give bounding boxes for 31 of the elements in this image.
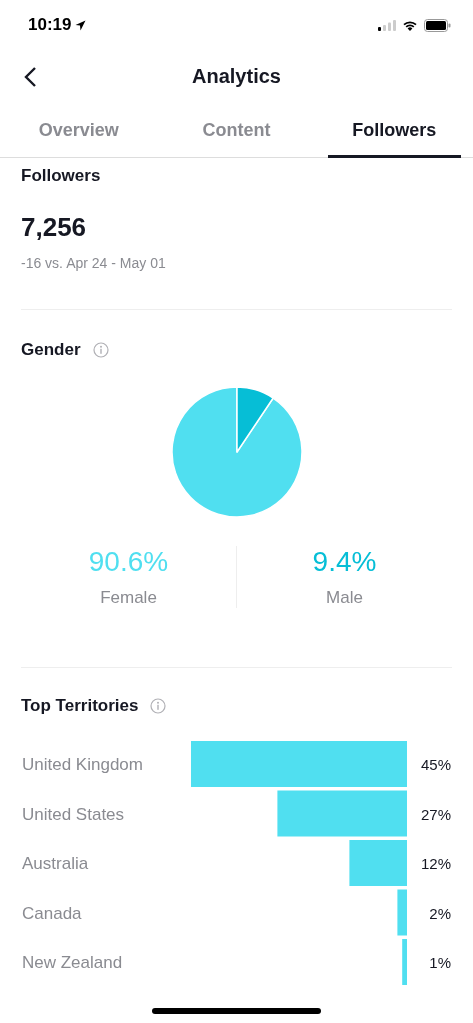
location-arrow-icon bbox=[75, 19, 87, 31]
territory-name: New Zealand bbox=[22, 953, 123, 972]
percentage-value: 9.4% bbox=[312, 546, 377, 578]
gender-label: Female bbox=[100, 588, 157, 608]
screen-title: Analytics bbox=[192, 65, 281, 88]
signal-icon bbox=[378, 19, 396, 31]
section-heading: Followers bbox=[21, 166, 102, 186]
tab[interactable]: Overview bbox=[12, 103, 146, 158]
section-heading: Gender bbox=[21, 340, 81, 360]
bar-value-label: 45% bbox=[420, 756, 451, 773]
bar-value-label: 12% bbox=[420, 855, 451, 872]
bar-value-label: 2% bbox=[429, 904, 451, 922]
percentage-value: 90.6% bbox=[88, 546, 169, 578]
bar-value-label: 27% bbox=[420, 805, 451, 823]
territory-name: Australia bbox=[22, 854, 89, 873]
tab[interactable]: Content bbox=[170, 103, 303, 158]
clock-time: 10:19 bbox=[28, 15, 72, 35]
wifi-icon bbox=[402, 19, 418, 31]
territory-name: Canada bbox=[22, 903, 82, 923]
back-icon bbox=[22, 66, 38, 88]
territory-name: United Kingdom bbox=[22, 755, 143, 774]
bar-value-label: 1% bbox=[429, 954, 451, 971]
battery-icon bbox=[424, 18, 451, 32]
follower-change: -16 vs. Apr 24 - May 01 bbox=[21, 255, 167, 271]
info-icon[interactable] bbox=[92, 342, 109, 358]
tab[interactable]: Followers bbox=[327, 103, 461, 158]
info-icon[interactable] bbox=[150, 698, 167, 714]
territory-name: United States bbox=[22, 804, 125, 824]
gender-label: Male bbox=[326, 588, 363, 608]
follower-count: 7,256 bbox=[21, 212, 88, 243]
section-heading: Top Territories bbox=[21, 696, 139, 716]
